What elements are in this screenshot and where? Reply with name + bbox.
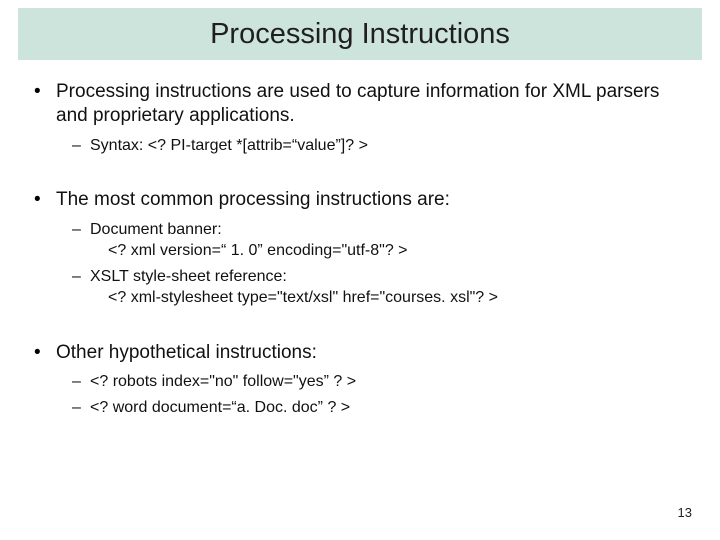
dash-list: <? robots index="no" follow="yes” ? > <?… — [56, 371, 690, 418]
dash-text: Document banner: — [90, 221, 222, 238]
slide-content: Processing instructions are used to capt… — [30, 80, 690, 432]
dash-cont: <? xml version=“ 1. 0” encoding="utf-8"?… — [108, 240, 690, 262]
slide-title: Processing Instructions — [210, 18, 510, 51]
dash-item: <? word document=“a. Doc. doc” ? > — [72, 397, 690, 419]
dash-item: XSLT style-sheet reference: <? xml-style… — [72, 266, 690, 309]
dash-list: Document banner: <? xml version=“ 1. 0” … — [56, 219, 690, 309]
dash-item: Document banner: <? xml version=“ 1. 0” … — [72, 219, 690, 262]
dash-cont: <? xml-stylesheet type="text/xsl" href="… — [108, 287, 690, 309]
dash-text: Syntax: <? PI-target *[attrib=“value”]? … — [90, 137, 368, 154]
title-band: Processing Instructions — [18, 8, 702, 60]
bullet-text: The most common processing instructions … — [56, 189, 450, 210]
bullet-text: Processing instructions are used to capt… — [56, 81, 659, 126]
dash-text: <? word document=“a. Doc. doc” ? > — [90, 399, 350, 416]
bullet-item: The most common processing instructions … — [30, 188, 690, 309]
bullet-text: Other hypothetical instructions: — [56, 342, 317, 363]
bullet-item: Other hypothetical instructions: <? robo… — [30, 341, 690, 419]
bullet-list: Processing instructions are used to capt… — [30, 80, 690, 418]
dash-item: <? robots index="no" follow="yes” ? > — [72, 371, 690, 393]
page-number: 13 — [678, 505, 692, 520]
dash-text: <? robots index="no" follow="yes” ? > — [90, 373, 356, 390]
bullet-item: Processing instructions are used to capt… — [30, 80, 690, 156]
dash-text: XSLT style-sheet reference: — [90, 268, 287, 285]
dash-list: Syntax: <? PI-target *[attrib=“value”]? … — [56, 135, 690, 157]
dash-item: Syntax: <? PI-target *[attrib=“value”]? … — [72, 135, 690, 157]
